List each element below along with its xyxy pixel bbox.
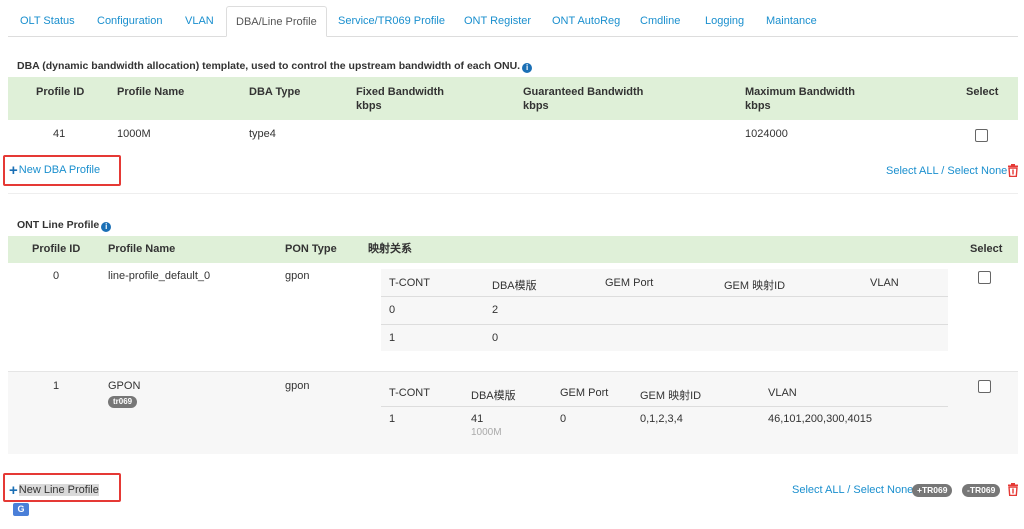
mapping-table: T-CONT DBA模版 GEM Port GEM 映射ID VLAN 0 2 …: [381, 269, 948, 351]
dba-row-max-bw: 1024000: [745, 128, 788, 140]
dba-row-profile-id: 41: [53, 128, 66, 140]
mapping-header-gem-port: GEM Port: [605, 277, 654, 289]
max-bw-unit: kbps: [745, 100, 771, 112]
line-header-profile-name: Profile Name: [108, 243, 176, 255]
mapping-gem-map-id: 0,1,2,3,4: [640, 413, 683, 425]
dba-header-profile-id: Profile ID: [36, 86, 85, 98]
mapping-vlan: 46,101,200,300,4015: [768, 413, 872, 425]
dba-row-profile-name: 1000M: [117, 128, 151, 140]
dba-slash: /: [941, 165, 945, 177]
mapping-header-tcont: T-CONT: [389, 277, 430, 289]
tab-bar: OLT Status Configuration VLAN DBA/Line P…: [8, 6, 1018, 37]
max-bw-label: Maximum Bandwidth: [745, 86, 856, 98]
dba-header-dba-type: DBA Type: [249, 86, 301, 98]
mapping-gem-port: 0: [560, 413, 567, 425]
line-row-profile-id: 0: [53, 270, 60, 282]
trash-icon[interactable]: [1007, 164, 1019, 177]
line-row-pon-type: gpon: [285, 380, 310, 392]
mapping-row: 0 2: [381, 297, 948, 325]
tab-service-tr069-profile[interactable]: Service/TR069 Profile: [338, 6, 445, 36]
add-tr069-button[interactable]: +TR069: [912, 484, 953, 497]
line-table-header: Profile ID Profile Name PON Type 映射关系 Se…: [8, 236, 1018, 263]
line-header-mapping: 映射关系: [368, 243, 412, 255]
table-row: 1 GPON tr069 gpon T-CONT DBA模版 GEM Port …: [8, 371, 1018, 454]
tr069-badge: tr069: [108, 396, 138, 408]
translate-icon[interactable]: G: [13, 503, 29, 516]
tab-configuration[interactable]: Configuration: [97, 6, 162, 36]
mapping-header-gem-map-id: GEM 映射ID: [640, 390, 702, 402]
dba-header-select: Select: [966, 86, 999, 98]
mapping-row: 1 0: [381, 324, 948, 351]
mapping-dba: 41: [471, 413, 484, 425]
mapping-header-vlan: VLAN: [768, 387, 797, 399]
tab-logging[interactable]: Logging: [705, 6, 744, 36]
highlight-box: [3, 473, 121, 502]
guaranteed-bw-unit: kbps: [523, 100, 549, 112]
fixed-bw-label: Fixed Bandwidth: [356, 86, 444, 98]
dba-row-dba-type: type4: [249, 128, 276, 140]
dba-row-select-checkbox[interactable]: [975, 129, 988, 142]
guaranteed-bw-label: Guaranteed Bandwidth: [523, 86, 644, 98]
dba-header-guaranteed-bw: Guaranteed Bandwidth kbps: [523, 85, 643, 113]
line-slash: /: [847, 484, 851, 496]
mapping-header-row: T-CONT DBA模版 GEM Port GEM 映射ID VLAN: [381, 269, 948, 297]
line-selection-links: Select ALL / Select None: [792, 484, 913, 496]
mapping-header-gem-map-id: GEM 映射ID: [724, 280, 786, 292]
tab-ont-register[interactable]: ONT Register: [464, 6, 531, 36]
remove-tr069-button[interactable]: -TR069: [962, 484, 1001, 497]
line-row-pon-type: gpon: [285, 270, 310, 282]
dba-select-none-link[interactable]: Select None: [947, 165, 1007, 177]
mapping-header-row: T-CONT DBA模版 GEM Port GEM 映射ID VLAN: [381, 378, 948, 407]
line-row-profile-name: line-profile_default_0: [108, 270, 211, 282]
highlight-box: [3, 155, 121, 186]
mapping-dba-name: 1000M: [471, 427, 502, 438]
mapping-table: T-CONT DBA模版 GEM Port GEM 映射ID VLAN 1 41…: [381, 378, 948, 448]
dba-header-profile-name: Profile Name: [117, 86, 185, 98]
tab-dba-line-profile[interactable]: DBA/Line Profile: [226, 6, 327, 37]
mapping-tcont: 1: [389, 413, 396, 425]
line-header-pon-type: PON Type: [285, 243, 337, 255]
mapping-header-tcont: T-CONT: [389, 387, 430, 399]
trash-icon[interactable]: [1007, 483, 1019, 496]
mapping-header-vlan: VLAN: [870, 277, 899, 289]
line-row-select-checkbox[interactable]: [978, 380, 991, 393]
dba-header-max-bw: Maximum Bandwidth kbps: [745, 85, 855, 113]
mapping-tcont: 0: [389, 304, 396, 316]
tab-maintance[interactable]: Maintance: [766, 6, 817, 36]
tab-ont-autoreg[interactable]: ONT AutoReg: [552, 6, 620, 36]
dba-select-all-link[interactable]: Select ALL: [886, 165, 938, 177]
dba-section-title: DBA (dynamic bandwidth allocation) templ…: [17, 60, 533, 73]
info-icon[interactable]: i: [101, 222, 112, 232]
dba-title-text: DBA (dynamic bandwidth allocation) templ…: [17, 60, 521, 72]
mapping-dba: 0: [492, 332, 499, 344]
line-header-select: Select: [970, 243, 1003, 255]
line-section-title: ONT Line Profile i: [17, 219, 112, 232]
mapping-row: 1 41 1000M 0 0,1,2,3,4 46,101,200,300,40…: [381, 407, 948, 447]
mapping-dba: 2: [492, 304, 499, 316]
tab-olt-status[interactable]: OLT Status: [20, 6, 75, 36]
fixed-bw-unit: kbps: [356, 100, 382, 112]
mapping-header-dba: DBA模版: [492, 280, 537, 292]
line-select-all-link[interactable]: Select ALL: [792, 484, 844, 496]
section-divider: [8, 193, 1018, 194]
mapping-tcont: 1: [389, 332, 396, 344]
line-row-profile-id: 1: [53, 380, 60, 392]
line-header-profile-id: Profile ID: [32, 243, 81, 255]
line-row-select-checkbox[interactable]: [978, 271, 991, 284]
info-icon[interactable]: i: [522, 63, 533, 73]
dba-selection-links: Select ALL / Select None: [886, 165, 1007, 177]
line-row-profile-name: GPON: [108, 380, 141, 392]
tab-vlan[interactable]: VLAN: [185, 6, 214, 36]
mapping-header-dba: DBA模版: [471, 390, 516, 402]
dba-header-fixed-bw: Fixed Bandwidth kbps: [356, 85, 444, 113]
line-select-none-link[interactable]: Select None: [853, 484, 913, 496]
line-title-text: ONT Line Profile: [17, 219, 100, 231]
tab-cmdline[interactable]: Cmdline: [640, 6, 680, 36]
dba-table-header: Profile ID Profile Name DBA Type Fixed B…: [8, 77, 1018, 120]
mapping-header-gem-port: GEM Port: [560, 387, 609, 399]
